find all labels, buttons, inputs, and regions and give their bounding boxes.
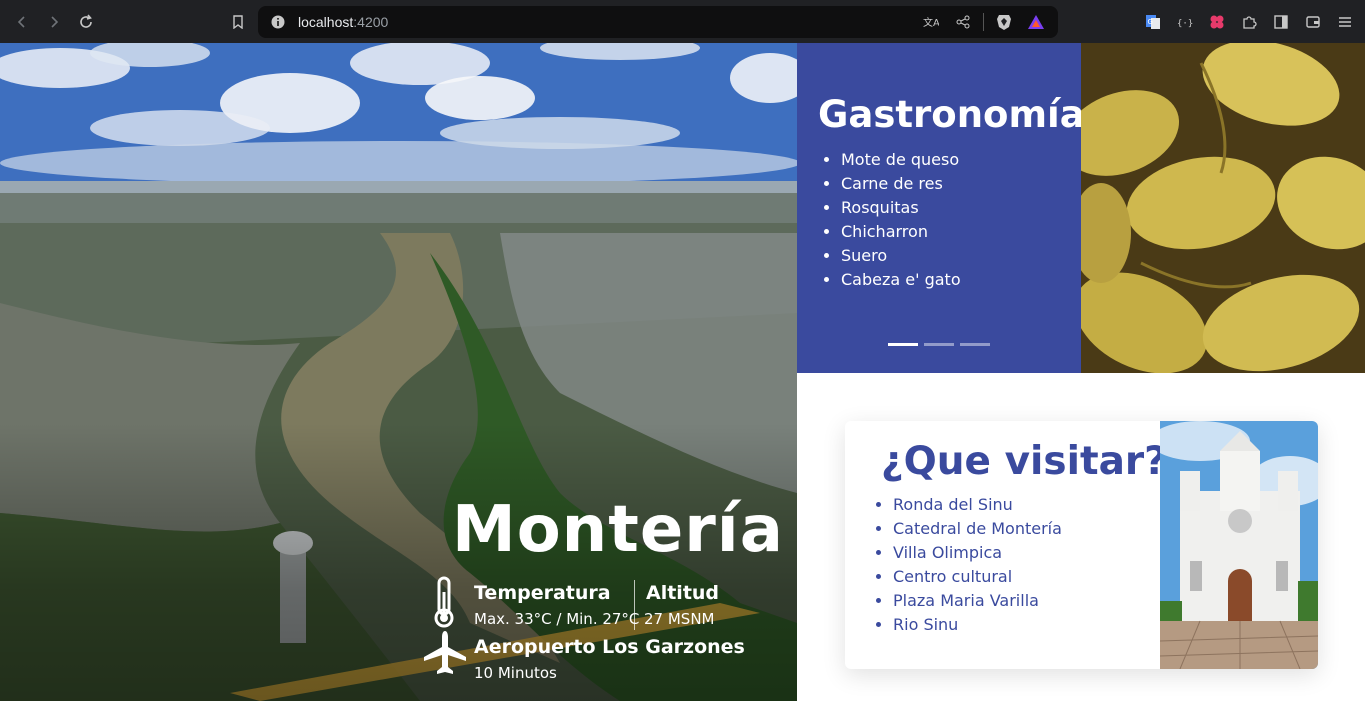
- list-item: Chicharron: [841, 220, 961, 244]
- wallet-icon[interactable]: [1301, 6, 1325, 38]
- svg-text:G: G: [1148, 18, 1153, 26]
- hero-section: Montería Temperatura Max. 33°C / Min. 27…: [0, 43, 797, 701]
- info-divider: [634, 580, 635, 630]
- gastronomia-title: Gastronomía: [818, 93, 1085, 136]
- list-item: Ronda del Sinu: [893, 493, 1062, 517]
- reload-icon[interactable]: [70, 6, 102, 38]
- svg-text:文A: 文A: [923, 16, 939, 29]
- airport-value: 10 Minutos: [474, 664, 557, 682]
- temperature-label: Temperatura: [474, 582, 611, 604]
- altitude-label: Altitud: [646, 582, 720, 604]
- address-bar[interactable]: localhost:4200 文A: [258, 6, 1058, 38]
- list-item: Catedral de Montería: [893, 517, 1062, 541]
- list-item: Cabeza e' gato: [841, 268, 961, 292]
- list-item: Plaza Maria Varilla: [893, 589, 1062, 613]
- carousel-indicators: [888, 343, 990, 346]
- carousel-dot-1[interactable]: [888, 343, 918, 346]
- info-icon[interactable]: [268, 12, 288, 32]
- puzzle-red-icon[interactable]: [1205, 6, 1229, 38]
- url-text: localhost:4200: [298, 14, 388, 30]
- bookmark-icon[interactable]: [222, 6, 254, 38]
- menu-icon[interactable]: [1333, 6, 1357, 38]
- rewards-icon[interactable]: [1024, 10, 1048, 34]
- sky-clouds-image: [0, 43, 797, 193]
- airport-label: Aeropuerto Los Garzones: [474, 636, 745, 658]
- visitar-title: ¿Que visitar?: [881, 439, 1167, 484]
- svg-text:{·}: {·}: [1177, 19, 1193, 29]
- list-item: Mote de queso: [841, 148, 961, 172]
- list-item: Rosquitas: [841, 196, 961, 220]
- cathedral-image: [1160, 421, 1318, 669]
- json-viewer-icon[interactable]: {·}: [1173, 6, 1197, 38]
- google-translate-icon[interactable]: G: [1141, 6, 1165, 38]
- url-host: localhost: [298, 14, 354, 30]
- visitar-card: ¿Que visitar? Ronda del Sinu Catedral de…: [845, 421, 1318, 669]
- browser-toolbar: localhost:4200 文A G {·}: [0, 0, 1365, 43]
- temperature-value: Max. 33°C / Min. 27°C: [474, 610, 640, 628]
- extension-icons: G {·}: [1141, 6, 1357, 38]
- gastronomia-panel: Gastronomía Mote de queso Carne de res R…: [797, 43, 1085, 373]
- extensions-icon[interactable]: [1237, 6, 1261, 38]
- visitar-list: Ronda del Sinu Catedral de Montería Vill…: [893, 493, 1062, 637]
- carousel-dot-2[interactable]: [924, 343, 954, 346]
- divider: [983, 13, 984, 31]
- url-port: :4200: [353, 14, 389, 30]
- forward-icon[interactable]: [38, 6, 70, 38]
- plane-icon: [424, 631, 466, 674]
- food-image: [1081, 43, 1365, 373]
- list-item: Rio Sinu: [893, 613, 1062, 637]
- city-title: Montería: [452, 493, 784, 567]
- list-item: Carne de res: [841, 172, 961, 196]
- address-bar-actions: 文A: [919, 10, 1048, 34]
- share-icon[interactable]: [951, 10, 975, 34]
- altitude-value: 27 MSNM: [644, 610, 715, 628]
- sidebar-icon[interactable]: [1269, 6, 1293, 38]
- list-item: Suero: [841, 244, 961, 268]
- list-item: Centro cultural: [893, 565, 1062, 589]
- back-icon[interactable]: [6, 6, 38, 38]
- carousel-dot-3[interactable]: [960, 343, 990, 346]
- list-item: Villa Olimpica: [893, 541, 1062, 565]
- translate-icon[interactable]: 文A: [919, 10, 943, 34]
- brave-icon[interactable]: [992, 10, 1016, 34]
- nav-buttons: [6, 6, 102, 38]
- thermometer-icon: [434, 576, 454, 628]
- gastronomia-list: Mote de queso Carne de res Rosquitas Chi…: [841, 148, 961, 292]
